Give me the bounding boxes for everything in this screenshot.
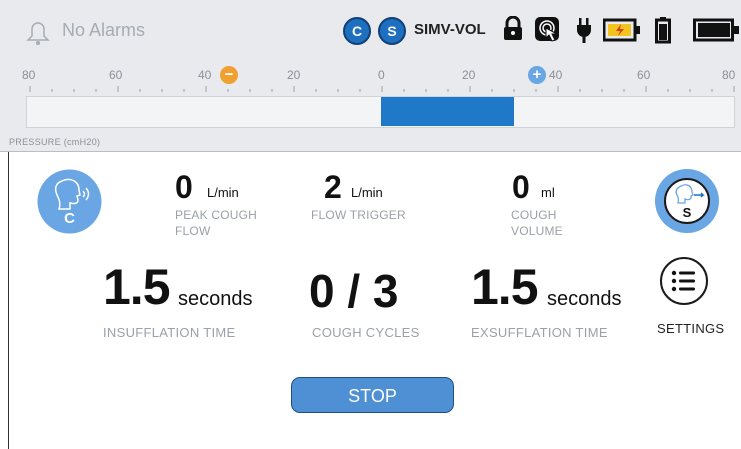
scale-ticks bbox=[29, 86, 735, 92]
tick-label: 40 bbox=[198, 68, 212, 82]
cough-volume-caption-2: VOLUME bbox=[511, 224, 563, 238]
ventilation-mode-label: SIMV-VOL bbox=[414, 21, 486, 38]
pressure-bar-fill bbox=[381, 97, 514, 126]
cough-cycles-value: 0 / 3 bbox=[309, 265, 399, 317]
stop-button[interactable]: STOP bbox=[291, 377, 454, 413]
tick-label: 0 bbox=[378, 68, 385, 82]
panel-left-border bbox=[8, 152, 9, 449]
flow-trigger-value: 2 bbox=[324, 169, 342, 205]
peak-cough-flow-value: 0 bbox=[175, 169, 193, 205]
bell-icon[interactable] bbox=[24, 18, 52, 46]
c-mode-badge[interactable]: C bbox=[343, 17, 371, 45]
cough-volume-unit: ml bbox=[541, 185, 555, 200]
tick-label: 20 bbox=[287, 68, 301, 82]
tick-label: 60 bbox=[109, 68, 123, 82]
settings-label[interactable]: SETTINGS bbox=[657, 321, 724, 336]
battery-charging-icon bbox=[603, 18, 640, 42]
alarm-status-text: No Alarms bbox=[62, 20, 146, 40]
exsufflation-time-caption: EXSUFFLATION TIME bbox=[471, 325, 608, 340]
list-icon bbox=[671, 270, 695, 292]
peak-cough-flow-caption: PEAK COUGH bbox=[175, 208, 258, 222]
plug-icon bbox=[577, 18, 591, 43]
tick-label: 80 bbox=[722, 68, 736, 82]
exsufflation-time-unit: seconds bbox=[547, 288, 622, 310]
peak-cough-flow-caption-2: FLOW bbox=[175, 224, 211, 238]
tick-label: 40 bbox=[549, 68, 563, 82]
tick-label: 20 bbox=[462, 68, 476, 82]
peak-cough-flow-unit: L/min bbox=[207, 185, 239, 200]
cough-volume-value: 0 bbox=[512, 169, 530, 205]
flow-trigger-caption: FLOW TRIGGER bbox=[311, 208, 406, 222]
negative-pressure-marker[interactable]: − bbox=[220, 66, 238, 84]
insufflation-time-value: 1.5 bbox=[103, 259, 171, 315]
positive-pressure-marker[interactable]: + bbox=[528, 66, 546, 84]
exsufflation-time-value: 1.5 bbox=[471, 259, 539, 315]
settings-button[interactable] bbox=[660, 257, 708, 305]
cough-mode-letter: C bbox=[64, 210, 75, 227]
lock-icon[interactable] bbox=[502, 16, 524, 42]
pressure-label: PRESSURE (cmH20) bbox=[9, 137, 101, 147]
cough-cycles-caption: COUGH CYCLES bbox=[312, 325, 420, 340]
insufflation-time-unit: seconds bbox=[178, 288, 253, 310]
insufflation-time-caption: INSUFFLATION TIME bbox=[103, 325, 236, 340]
simv-mode-icon[interactable] bbox=[654, 168, 720, 234]
tick-label: 80 bbox=[22, 68, 36, 82]
touch-lock-icon[interactable] bbox=[534, 16, 564, 46]
battery-small-icon bbox=[655, 17, 671, 44]
simv-mode-letter: S bbox=[682, 205, 692, 220]
flow-trigger-unit: L/min bbox=[351, 185, 383, 200]
battery-full-icon bbox=[693, 18, 739, 42]
s-mode-badge[interactable]: S bbox=[378, 17, 406, 45]
tick-label: 60 bbox=[637, 68, 651, 82]
cough-volume-caption: COUGH bbox=[511, 208, 557, 222]
